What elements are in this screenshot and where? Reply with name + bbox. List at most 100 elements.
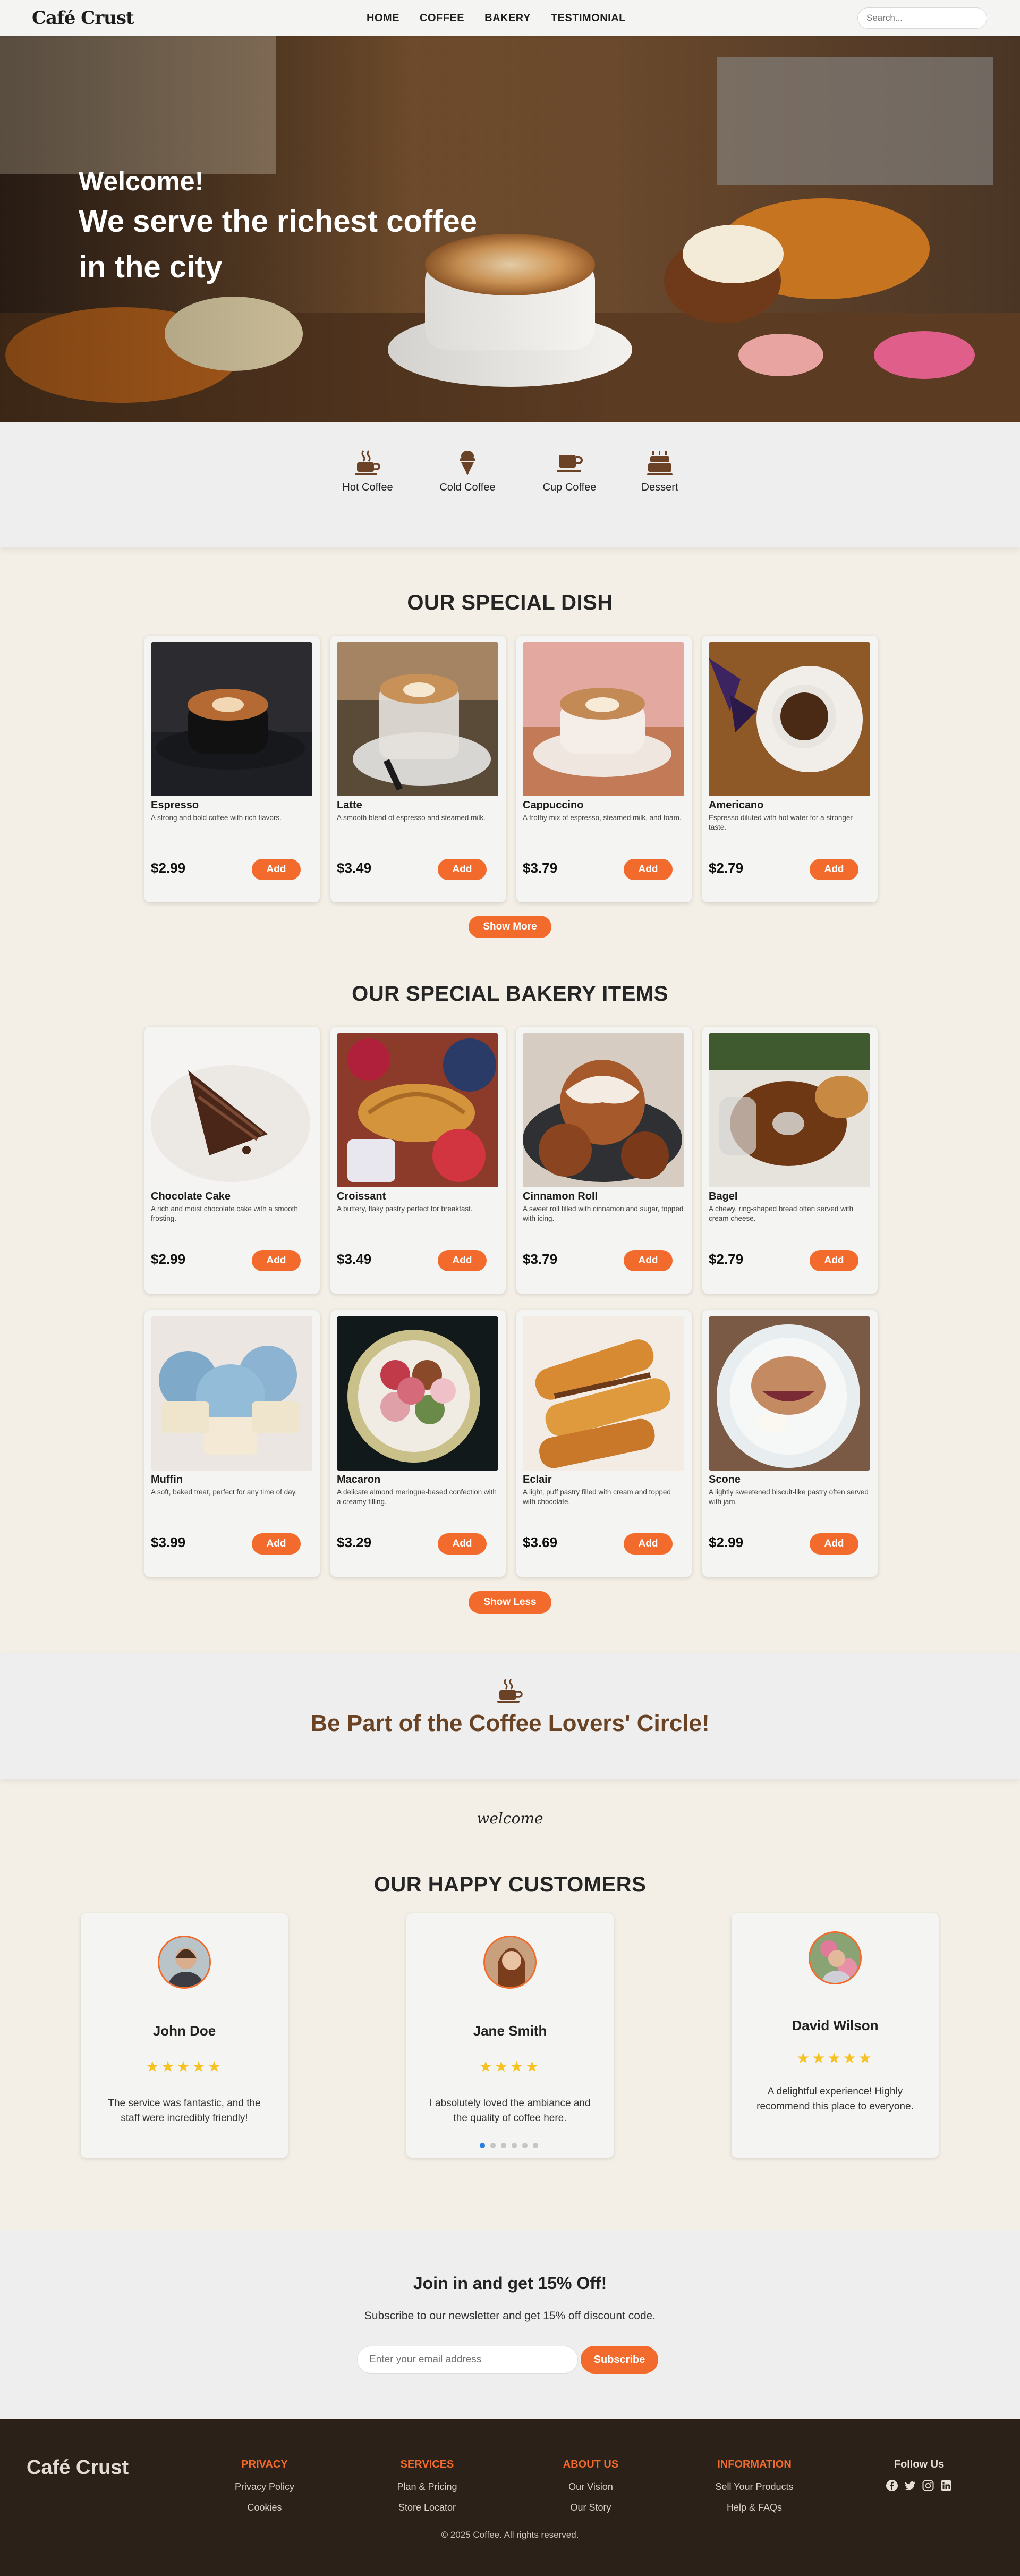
product-price: $2.79 [709,860,744,876]
category-hot-coffee[interactable]: Hot Coffee [330,449,405,494]
product-card-croissant: Croissant A buttery, flaky pastry perfec… [330,1027,506,1294]
add-button[interactable]: Add [438,1250,487,1271]
product-name: Chocolate Cake [151,1190,231,1202]
macaron-image [337,1316,498,1471]
carousel-dots [480,2143,538,2148]
product-name: Cinnamon Roll [523,1190,598,1202]
facebook-icon[interactable] [886,2479,898,2492]
top-nav: Café Crust HOME COFFEE BAKERY TESTIMONIA… [0,0,1020,36]
show-less-button[interactable]: Show Less [469,1591,551,1614]
customer-name: Jane Smith [473,2023,547,2039]
brand-logo[interactable]: Café Crust [32,7,134,29]
hero-headline-2: in the city [79,250,223,284]
email-field[interactable] [357,2346,578,2374]
bagel-image [709,1033,870,1187]
newsletter-subtitle: Subscribe to our newsletter and get 15% … [364,2310,656,2322]
product-description: A light, puff pastry filled with cream a… [523,1488,671,1506]
add-button[interactable]: Add [810,1250,858,1271]
add-button[interactable]: Add [810,1533,858,1555]
product-card-macaron: Macaron A delicate almond meringue-based… [330,1310,506,1577]
add-button[interactable]: Add [438,859,487,880]
rating-stars: ★★★★ [479,2058,541,2075]
eclair-image [523,1316,684,1471]
footer-link[interactable]: Help & FAQs [696,2502,813,2513]
special-dish-title: OUR SPECIAL DISH [407,591,613,614]
dessert-icon [647,451,673,475]
copyright: © 2025 Coffee. All rights reserved. [441,2530,579,2540]
footer-heading: PRIVACY [241,2459,288,2470]
footer-link[interactable]: Our Vision [532,2481,649,2493]
category-label: Dessert [641,482,678,493]
cup-coffee-icon [557,455,583,472]
croissant-image [337,1033,498,1187]
add-button[interactable]: Add [438,1533,487,1555]
nav-testimonial[interactable]: TESTIMONIAL [551,12,626,24]
carousel-dot[interactable] [501,2143,506,2148]
customer-name: John Doe [152,2023,216,2039]
footer-link[interactable]: Store Locator [369,2502,486,2513]
espresso-image [151,642,312,796]
carousel-dot[interactable] [533,2143,538,2148]
carousel-dot[interactable] [480,2143,485,2148]
testimonial-card: John Doe ★★★★★ The service was fantastic… [81,1913,288,2158]
hot-coffee-icon [497,1679,523,1703]
product-card-eclair: Eclair A light, puff pastry filled with … [516,1310,692,1577]
subscribe-button[interactable]: Subscribe [581,2346,658,2374]
category-label: Hot Coffee [342,482,393,493]
instagram-icon[interactable] [922,2479,934,2492]
testimonial-quote: The service was fantastic, and the staff… [108,2098,261,2124]
rating-stars: ★★★★★ [796,2050,874,2066]
footer-column-services: SERVICES Plan & Pricing Store Locator [369,2459,486,2523]
footer-heading: SERVICES [400,2459,454,2470]
product-name: Latte [337,799,362,811]
carousel-dot[interactable] [522,2143,528,2148]
add-button[interactable]: Add [624,1250,673,1271]
product-name: Croissant [337,1190,386,1202]
add-button[interactable]: Add [810,859,858,880]
linkedin-icon[interactable] [940,2479,953,2492]
add-button[interactable]: Add [252,859,301,880]
carousel-dot[interactable] [490,2143,496,2148]
search-input[interactable] [857,7,987,29]
carousel-dot[interactable] [512,2143,517,2148]
footer-column-about: ABOUT US Our Vision Our Story [532,2459,649,2523]
rating-stars: ★★★★★ [146,2058,223,2075]
product-price: $2.99 [151,1251,186,1267]
category-cup-coffee[interactable]: Cup Coffee [532,449,607,494]
bakery-title: OUR SPECIAL BAKERY ITEMS [352,982,668,1006]
add-button[interactable]: Add [624,859,673,880]
footer-link[interactable]: Sell Your Products [696,2481,813,2493]
hero-headline-1: We serve the richest coffee [79,204,478,239]
follow-us: Follow Us [861,2459,978,2492]
twitter-icon[interactable] [904,2479,916,2492]
latte-image [337,642,498,796]
product-card-espresso: Espresso A strong and bold coffee with r… [144,636,320,902]
footer-link[interactable]: Plan & Pricing [369,2481,486,2493]
footer-link[interactable]: Our Story [532,2502,649,2513]
customer-name: David Wilson [792,2017,879,2033]
product-price: $2.99 [151,860,186,876]
americano-image [709,642,870,796]
category-cold-coffee[interactable]: Cold Coffee [430,449,505,494]
main-menu: HOME COFFEE BAKERY TESTIMONIAL [367,0,626,36]
footer-brand[interactable]: Café Crust [27,2456,129,2479]
add-button[interactable]: Add [252,1250,301,1271]
product-name: Espresso [151,799,199,811]
footer-link[interactable]: Privacy Policy [206,2481,323,2493]
product-description: A rich and moist chocolate cake with a s… [151,1205,298,1222]
show-more-button[interactable]: Show More [469,916,551,938]
add-button[interactable]: Add [252,1533,301,1555]
nav-coffee[interactable]: COFFEE [420,12,464,24]
product-description: A smooth blend of espresso and steamed m… [337,814,486,822]
testimonial-quote: I absolutely loved the ambiance and the … [429,2098,591,2124]
category-dessert[interactable]: Dessert [623,449,697,494]
nav-bakery[interactable]: BAKERY [484,12,531,24]
add-button[interactable]: Add [624,1533,673,1555]
footer-column-privacy: PRIVACY Privacy Policy Cookies [206,2459,323,2523]
newsletter-title: Join in and get 15% Off! [413,2274,607,2293]
product-card-scone: Scone A lightly sweetened biscuit-like p… [702,1310,878,1577]
nav-home[interactable]: HOME [367,12,400,24]
product-price: $2.99 [709,1534,744,1550]
footer-link[interactable]: Cookies [206,2502,323,2513]
product-name: Cappuccino [523,799,584,811]
